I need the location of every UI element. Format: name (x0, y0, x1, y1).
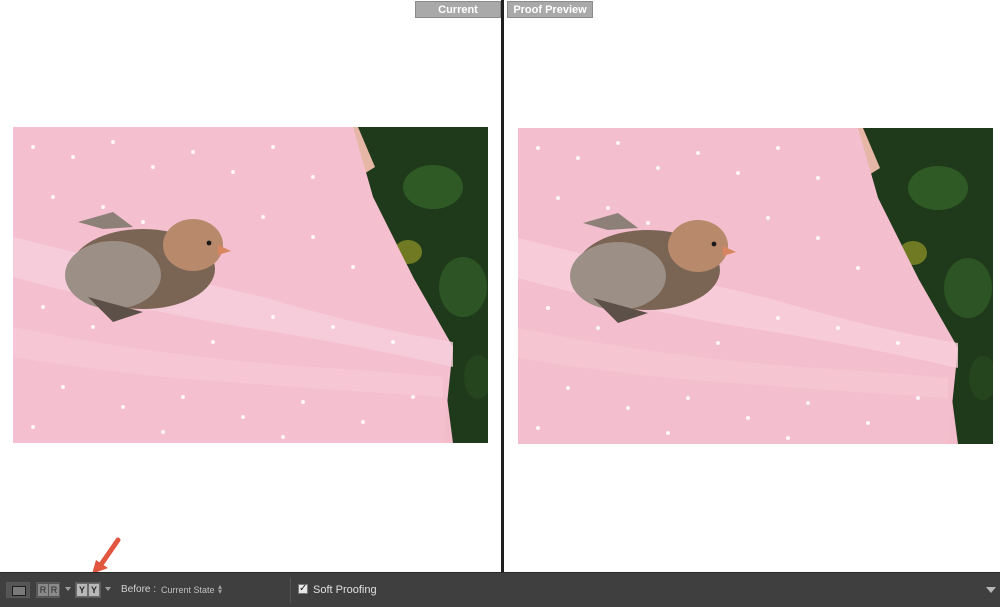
before-label: Before : (121, 584, 157, 595)
soft-proofing-checkbox[interactable]: ✓ (298, 584, 308, 594)
current-photo-image (13, 127, 488, 443)
current-photo (13, 127, 488, 443)
rr-glyph-right: R (49, 584, 59, 596)
toolbar-menu-icon[interactable] (986, 587, 996, 593)
proof-preview-photo-image (518, 128, 993, 444)
pane-divider[interactable] (501, 0, 504, 572)
view-mode-dropdown-icon[interactable] (65, 587, 71, 591)
before-state-updown-icon[interactable]: ▴ ▾ (218, 583, 222, 596)
proof-preview-pane: Proof Preview (505, 0, 1000, 572)
proof-preview-photo (518, 128, 993, 444)
rr-glyph-left: R (38, 584, 48, 596)
current-pane-tag: Current (415, 1, 501, 18)
soft-proofing-label[interactable]: Soft Proofing (313, 584, 377, 596)
loupe-view-icon[interactable] (6, 582, 30, 598)
yy-glyph-right: Y (89, 584, 99, 596)
before-state-select[interactable]: Current State (161, 585, 215, 595)
before-after-split-icon[interactable]: Y Y (75, 582, 101, 598)
before-after-left-right-icon[interactable]: R R (36, 582, 60, 598)
proof-preview-pane-tag: Proof Preview (507, 1, 593, 18)
compare-stage: Current Proof Preview (0, 0, 1000, 572)
compare-toolbar: R R Y Y Before : Current State ▴ ▾ ✓ Soft… (0, 572, 1000, 607)
split-mode-dropdown-icon[interactable] (105, 587, 111, 591)
loupe-view-icon-frame (12, 586, 26, 596)
current-pane: Current (0, 0, 501, 572)
toolbar-divider (290, 578, 291, 603)
yy-glyph-left: Y (77, 584, 87, 596)
